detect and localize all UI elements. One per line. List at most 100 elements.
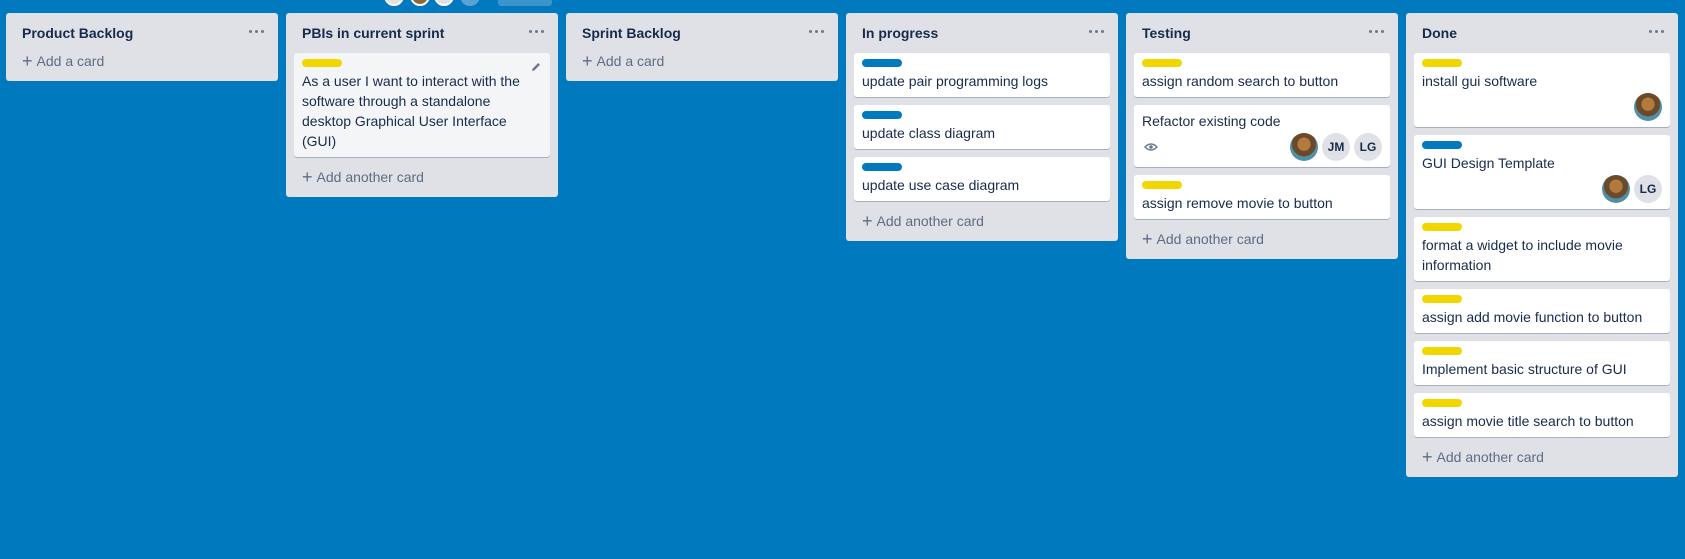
more-dot [254,29,258,33]
card-badges: LG [1422,175,1662,203]
list-title[interactable]: Product Backlog [14,25,133,41]
card-label[interactable] [1422,295,1462,303]
plus-icon: + [1142,229,1153,249]
card-label[interactable] [1422,223,1462,231]
list-title[interactable]: PBIs in current sprint [294,25,444,41]
card-label[interactable] [302,59,342,67]
plus-icon: + [862,211,873,231]
member-avatar[interactable]: JM [1322,133,1350,161]
add-card-button[interactable]: + Add another card [1134,225,1390,253]
card[interactable]: update pair programming logs [854,53,1110,97]
more-dot [1654,29,1658,33]
card-label[interactable] [862,111,902,119]
header-member-avatar[interactable] [384,0,404,6]
card-members: LG [1602,175,1662,203]
list-in-progress: In progress update pair programming logs u… [846,13,1118,241]
plus-icon: + [582,51,593,71]
card[interactable]: GUI Design Template LG [1414,135,1670,209]
card-title: update pair programming logs [862,73,1048,89]
list-header: Sprint Backlog [574,13,830,53]
more-icon[interactable] [1644,24,1668,38]
card[interactable]: assign remove movie to button [1134,175,1390,219]
card-title: update class diagram [862,125,996,141]
card-title: assign random search to button [1142,73,1339,89]
list-title[interactable]: Sprint Backlog [574,25,681,41]
add-card-label: Add a card [36,53,105,69]
add-card-label: Add another card [876,213,984,229]
card-label[interactable] [1422,347,1462,355]
more-icon[interactable] [804,24,828,38]
card-list: update pair programming logs update class… [854,53,1110,209]
list-header: In progress [854,13,1110,53]
card[interactable]: As a user I want to interact with the so… [294,53,550,157]
more-dot [808,29,812,33]
member-avatar[interactable] [1290,133,1318,161]
header-member-avatar[interactable] [434,0,454,6]
list-title[interactable]: Done [1414,25,1457,41]
card[interactable]: update use case diagram [854,157,1110,201]
add-card-button[interactable]: + Add another card [854,207,1110,235]
list-header: Testing [1134,13,1390,53]
member-avatar[interactable] [1634,93,1662,121]
card[interactable]: assign add movie function to button [1414,289,1670,333]
card-title: Refactor existing code [1142,113,1281,129]
more-dot [248,29,252,33]
list-title[interactable]: In progress [854,25,938,41]
card-label[interactable] [1422,59,1462,67]
invite-button[interactable] [498,0,552,6]
list-header: PBIs in current sprint [294,13,550,53]
header-member-avatar[interactable] [410,0,430,6]
header-member-avatar[interactable] [460,0,480,6]
board-header-partial [0,0,1685,6]
card[interactable]: assign random search to button [1134,53,1390,97]
card[interactable]: update class diagram [854,105,1110,149]
member-avatar[interactable]: LG [1634,175,1662,203]
card[interactable]: assign movie title search to button [1414,393,1670,437]
list-header: Product Backlog [14,13,270,53]
member-avatar[interactable]: LG [1354,133,1382,161]
more-icon[interactable] [1084,24,1108,38]
more-icon[interactable] [244,24,268,38]
board-canvas: Product Backlog + Add a card PBIs in curren… [6,13,1678,477]
card-label[interactable] [1422,399,1462,407]
more-dot [1100,29,1104,33]
member-avatar[interactable] [1602,175,1630,203]
card-label[interactable] [1422,141,1462,149]
list-done: Done install gui software GUI Design Templ… [1406,13,1678,477]
list-header: Done [1414,13,1670,53]
more-dot [1374,29,1378,33]
more-dot [814,29,818,33]
plus-icon: + [1422,447,1433,467]
plus-icon: + [302,167,313,187]
add-card-button[interactable]: + Add another card [294,163,550,191]
card-list: As a user I want to interact with the so… [294,53,550,165]
more-icon[interactable] [524,24,548,38]
pencil-icon[interactable] [530,61,542,73]
card[interactable]: format a widget to include movie informa… [1414,217,1670,281]
more-icon[interactable] [1364,24,1388,38]
card-title: install gui software [1422,73,1538,89]
card[interactable]: Refactor existing code JM LG [1134,105,1390,167]
more-dot [540,29,544,33]
add-card-label: Add another card [1436,449,1544,465]
card[interactable]: install gui software [1414,53,1670,127]
card-title: Implement basic structure of GUI [1422,361,1627,377]
list-testing: Testing assign random search to button Ref… [1126,13,1398,259]
more-dot [1088,29,1092,33]
card-label[interactable] [862,59,902,67]
add-card-button[interactable]: + Add another card [1414,443,1670,471]
card-members [1634,93,1662,121]
add-card-label: Add a card [596,53,665,69]
add-card-label: Add another card [316,169,424,185]
card-label[interactable] [1142,181,1182,189]
card-title: assign add movie function to button [1422,309,1643,325]
card-label[interactable] [862,163,902,171]
list-title[interactable]: Testing [1134,25,1191,41]
card-label[interactable] [1142,59,1182,67]
card-list: assign random search to button Refactor e… [1134,53,1390,227]
more-dot [1094,29,1098,33]
more-dot [1380,29,1384,33]
eye-icon [1144,143,1158,151]
card[interactable]: Implement basic structure of GUI [1414,341,1670,385]
card-members: JM LG [1290,133,1382,161]
